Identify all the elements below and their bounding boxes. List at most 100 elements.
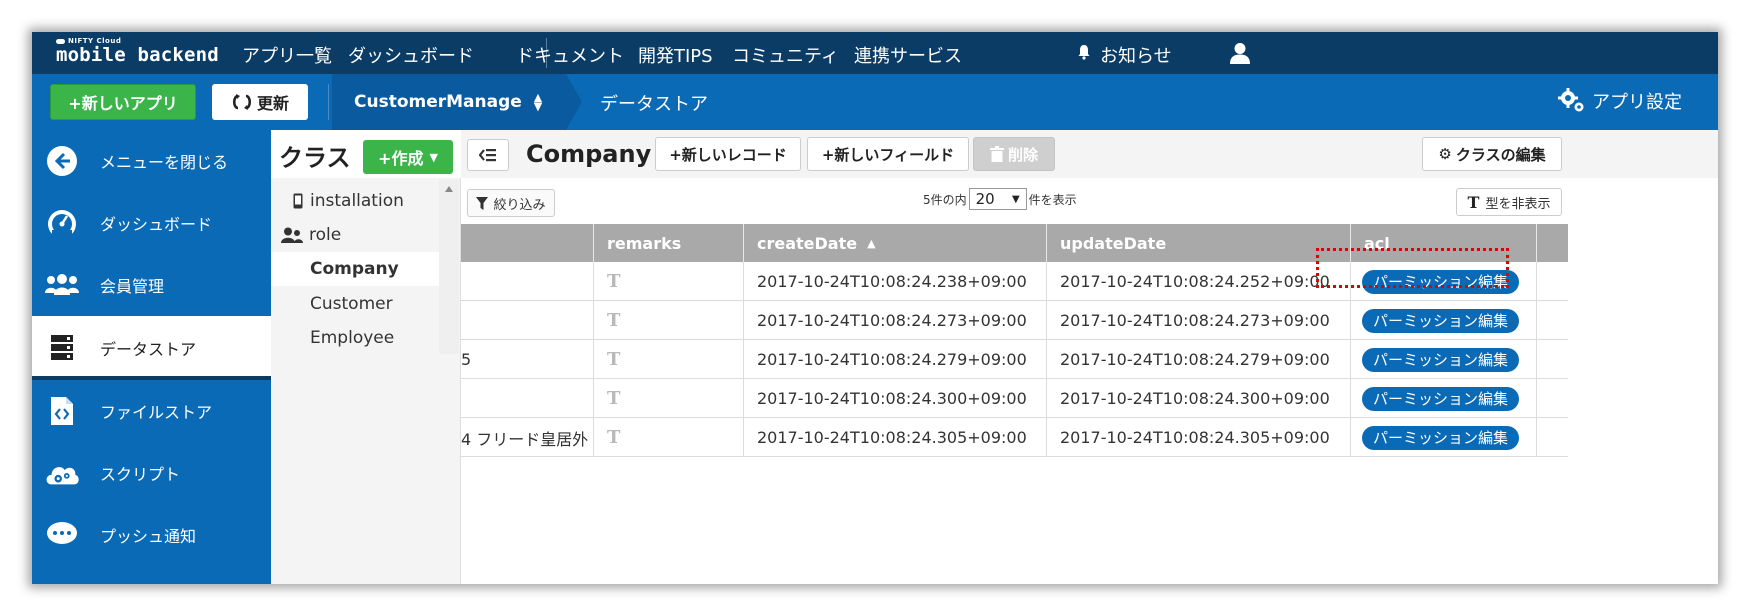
cell-createdate[interactable]: 2017-10-24T10:08:24.273+09:00 — [744, 301, 1047, 340]
nav-notifications[interactable]: お知らせ — [1100, 42, 1172, 68]
bell-icon[interactable] — [1076, 44, 1092, 60]
class-item-company[interactable]: Company — [271, 252, 439, 286]
cell-updatedate[interactable]: 2017-10-24T10:08:24.252+09:00 — [1047, 262, 1351, 301]
refresh-button[interactable]: 更新 — [212, 84, 308, 120]
create-class-button[interactable]: +作成 ▼ — [363, 140, 453, 174]
sidebar-item-push[interactable]: プッシュ通知 — [32, 504, 271, 566]
cell-acl: パーミッション編集 — [1351, 379, 1537, 418]
cell-remarks[interactable]: T — [594, 262, 744, 301]
cell-updatedate[interactable]: 2017-10-24T10:08:24.279+09:00 — [1047, 340, 1351, 379]
nav-app-list[interactable]: アプリ一覧 — [242, 42, 332, 68]
sidebar-item-label: データストア — [100, 340, 197, 359]
cell-remarks[interactable]: T — [594, 340, 744, 379]
sidebar-item-script[interactable]: スクリプト — [32, 442, 271, 504]
edit-permission-button[interactable]: パーミッション編集 — [1362, 308, 1520, 333]
text-type-icon: T — [607, 427, 621, 448]
cell-createdate[interactable]: 2017-10-24T10:08:24.305+09:00 — [744, 418, 1047, 457]
app-selector[interactable]: CustomerManage ▲ ▼ — [332, 74, 566, 130]
edit-class-button[interactable]: ⚙ クラスの編集 — [1422, 137, 1562, 171]
sidebar-item-close-menu[interactable]: メニューを閉じる — [32, 130, 271, 192]
class-panel: クラス +作成 ▼ installation role Company Cust… — [271, 130, 461, 584]
sort-arrows-icon: ▲ ▼ — [533, 91, 543, 113]
app-window: NIFTY Cloud mobile backend アプリ一覧 ダッシュボード… — [32, 32, 1718, 584]
users-icon — [44, 267, 80, 303]
sidebar-item-label: スクリプト — [100, 465, 181, 484]
delete-label: 削除 — [1007, 145, 1038, 164]
cell-remarks[interactable]: T — [594, 379, 744, 418]
nav-dashboard[interactable]: ダッシュボード — [348, 42, 474, 68]
breadcrumb-chevron — [566, 74, 582, 130]
delete-button[interactable]: 削除 — [973, 137, 1055, 171]
nav-integrations[interactable]: 連携サービス — [854, 42, 962, 68]
hide-types-label: 型を非表示 — [1485, 196, 1551, 212]
text-type-icon: T — [607, 388, 621, 409]
cell-createdate[interactable]: 2017-10-24T10:08:24.279+09:00 — [744, 340, 1047, 379]
gauge-icon — [44, 205, 80, 241]
edit-permission-button[interactable]: パーミッション編集 — [1362, 425, 1520, 450]
nav-documents[interactable]: ドキュメント — [516, 42, 624, 68]
cell-createdate[interactable]: 2017-10-24T10:08:24.300+09:00 — [744, 379, 1047, 418]
database-icon — [44, 330, 80, 366]
nav-community[interactable]: コミュニティ — [732, 42, 839, 68]
chat-icon — [44, 517, 80, 553]
column-header-partial[interactable] — [461, 224, 594, 262]
column-header-label: createDate — [757, 233, 858, 253]
class-item-employee[interactable]: Employee — [271, 321, 439, 355]
table-row[interactable]: T 2017-10-24T10:08:24.273+09:00 2017-10-… — [461, 301, 1568, 340]
top-nav: NIFTY Cloud mobile backend アプリ一覧 ダッシュボード… — [32, 32, 1718, 74]
app-name: CustomerManage — [354, 92, 522, 112]
app-settings-label: アプリ設定 — [1592, 92, 1682, 113]
cell-partial — [461, 262, 594, 301]
sidebar-item-datastore[interactable]: データストア — [32, 316, 271, 380]
cloud-gear-icon — [44, 455, 80, 491]
cell-createdate[interactable]: 2017-10-24T10:08:24.238+09:00 — [744, 262, 1047, 301]
table-row[interactable]: 5 T 2017-10-24T10:08:24.279+09:00 2017-1… — [461, 340, 1568, 379]
class-name-heading: Company — [526, 140, 652, 168]
edit-permission-button[interactable]: パーミッション編集 — [1362, 386, 1520, 411]
cell-updatedate[interactable]: 2017-10-24T10:08:24.305+09:00 — [1047, 418, 1351, 457]
cell-remarks[interactable]: T — [594, 418, 744, 457]
sidebar-item-label: ダッシュボード — [100, 215, 213, 234]
nav-dev-tips[interactable]: 開発TIPS — [638, 42, 713, 68]
text-type-icon: T — [607, 349, 621, 370]
table-row[interactable]: T 2017-10-24T10:08:24.300+09:00 2017-10-… — [461, 379, 1568, 418]
class-item-installation[interactable]: installation — [271, 184, 439, 218]
edit-permission-button[interactable]: パーミッション編集 — [1362, 347, 1520, 372]
cell-partial — [461, 379, 594, 418]
sort-ascending-icon: ▲ — [867, 236, 876, 250]
column-header-createdate[interactable]: createDate ▲ — [744, 224, 1047, 262]
cell-updatedate[interactable]: 2017-10-24T10:08:24.273+09:00 — [1047, 301, 1351, 340]
trash-icon — [989, 146, 1004, 162]
hide-types-button[interactable]: T 型を非表示 — [1456, 188, 1562, 216]
class-item-label: Employee — [310, 328, 395, 348]
sidebar-item-members[interactable]: 会員管理 — [32, 254, 271, 316]
create-label: +作成 — [378, 149, 424, 168]
page-size-select[interactable]: 20 ▼ — [968, 188, 1027, 210]
new-field-button[interactable]: +新しいフィールド — [807, 137, 969, 171]
class-list-scrollbar[interactable] — [439, 180, 459, 354]
cell-acl: パーミッション編集 — [1351, 340, 1537, 379]
type-t-icon: T — [1467, 192, 1480, 212]
class-item-customer[interactable]: Customer — [271, 287, 439, 321]
scroll-up-icon[interactable] — [445, 186, 453, 192]
logo[interactable]: NIFTY Cloud mobile backend — [56, 37, 219, 65]
collapse-class-list-button[interactable] — [467, 139, 509, 171]
new-app-button[interactable]: +新しいアプリ — [50, 84, 196, 120]
sidebar-item-dashboard[interactable]: ダッシュボード — [32, 192, 271, 254]
table-row[interactable]: 4 フリード皇居外 T 2017-10-24T10:08:24.305+09:0… — [461, 418, 1568, 457]
column-header-remarks[interactable]: remarks — [594, 224, 744, 262]
class-item-role[interactable]: role — [271, 218, 439, 252]
cloud-icon — [56, 38, 65, 44]
user-icon[interactable] — [1228, 41, 1252, 65]
column-header-updatedate[interactable]: updateDate — [1047, 224, 1351, 262]
sidebar-item-label: メニューを閉じる — [100, 153, 229, 172]
page-size-control: 5件の内 20 ▼ 件を表示 — [923, 188, 1077, 210]
sidebar: メニューを閉じる ダッシュボード 会員管理 データストア ファイルストア スクリ… — [32, 130, 271, 584]
new-record-button[interactable]: +新しいレコード — [655, 137, 801, 171]
filter-button[interactable]: 絞り込み — [467, 189, 555, 217]
cell-updatedate[interactable]: 2017-10-24T10:08:24.300+09:00 — [1047, 379, 1351, 418]
sidebar-item-filestore[interactable]: ファイルストア — [32, 380, 271, 442]
cell-remarks[interactable]: T — [594, 301, 744, 340]
app-settings-link[interactable]: アプリ設定 — [1558, 88, 1682, 114]
sidebar-item-label: 会員管理 — [100, 277, 165, 296]
